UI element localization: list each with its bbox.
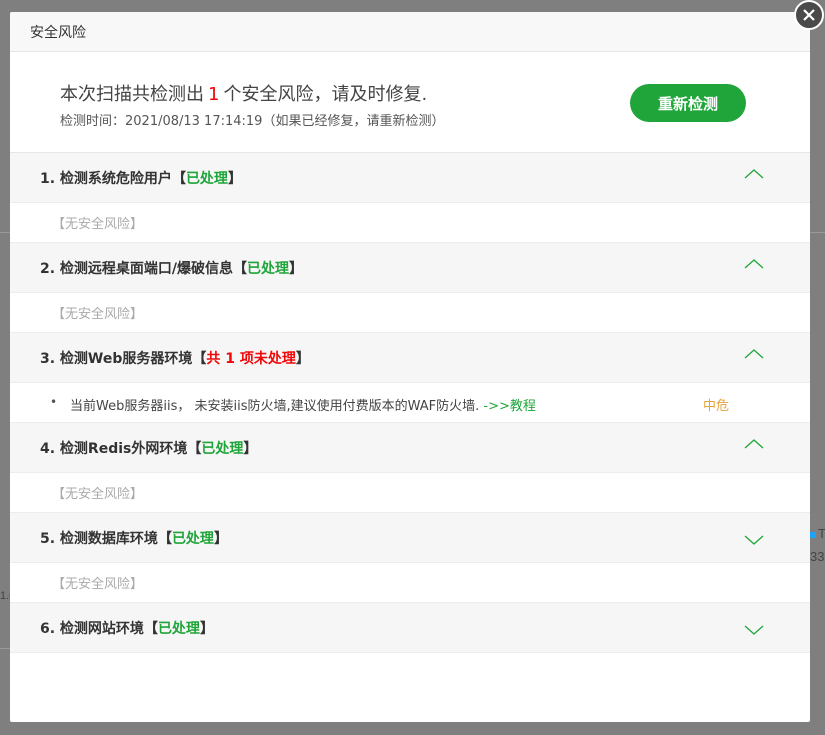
section-title: 6. 检测网站环境 [40, 620, 144, 637]
summary-headline: 本次扫描共检测出 1 个安全风险，请及时修复. [60, 80, 427, 106]
chevron-down-icon[interactable] [743, 623, 765, 637]
risk-level-badge: 中危 [703, 399, 730, 414]
risk-item: • 当前Web服务器iis， 未安装iis防火墙,建议使用付费版本的WAF防火墙… [10, 383, 810, 423]
section-header-system-users[interactable]: 1. 检测系统危险用户【已处理】 [10, 153, 810, 203]
section-bracket-open: 【 [233, 260, 248, 277]
section-bracket-close: 】 [295, 350, 310, 367]
close-button[interactable] [794, 0, 824, 30]
section-status: 共 1 项未处理 [206, 350, 296, 367]
section-body-no-risk: 【无安全风险】 [10, 293, 810, 333]
risk-description: 当前Web服务器iis， 未安装iis防火墙,建议使用付费版本的WAF防火墙. … [70, 395, 536, 414]
security-risk-dialog: 安全风险 本次扫描共检测出 1 个安全风险，请及时修复. 检测时间：2021/08/… [10, 12, 810, 722]
section-title: 4. 检测Redis外网环境 [40, 440, 188, 457]
section-bracket-open: 【 [187, 440, 202, 457]
backdrop-legend-chip [810, 532, 816, 538]
section-status: 已处理 [185, 170, 228, 187]
section-title: 5. 检测数据库环境 [40, 530, 158, 547]
scan-time: 检测时间：2021/08/13 17:14:19（如果已经修复，请重新检测） [60, 114, 445, 129]
tutorial-link[interactable]: ->>教程 [483, 399, 535, 414]
section-status: 已处理 [157, 620, 200, 637]
section-bracket-close: 】 [289, 260, 304, 277]
chevron-up-icon[interactable] [743, 167, 765, 181]
section-bracket-close: 】 [227, 170, 242, 187]
section-title: 1. 检测系统危险用户 [40, 170, 172, 187]
summary-text-after: 个安全风险，请及时修复. [223, 84, 428, 105]
summary-text-before: 本次扫描共检测出 [60, 84, 204, 105]
risk-text: 当前Web服务器iis， 未安装iis防火墙,建议使用付费版本的WAF防火墙. [70, 399, 480, 414]
section-title: 2. 检测远程桌面端口/爆破信息 [40, 260, 234, 277]
section-status: 已处理 [247, 260, 290, 277]
section-title: 3. 检测Web服务器环境 [40, 350, 193, 367]
chevron-up-icon[interactable] [743, 437, 765, 451]
chevron-up-icon[interactable] [743, 347, 765, 361]
section-header-website[interactable]: 6. 检测网站环境【已处理】 [10, 603, 810, 653]
dialog-header: 安全风险 [10, 12, 810, 52]
section-body-no-risk: 【无安全风险】 [10, 203, 810, 243]
section-status: 已处理 [171, 530, 214, 547]
risk-count: 1 [208, 84, 220, 105]
section-bracket-close: 】 [199, 620, 214, 637]
section-body-no-risk: 【无安全风险】 [10, 473, 810, 513]
section-bracket-open: 【 [192, 350, 207, 367]
recheck-button[interactable]: 重新检测 [630, 84, 746, 122]
section-bracket-open: 【 [171, 170, 186, 187]
backdrop-divider [810, 232, 825, 233]
scan-summary: 本次扫描共检测出 1 个安全风险，请及时修复. 检测时间：2021/08/13 17… [10, 52, 810, 153]
section-header-redis[interactable]: 4. 检测Redis外网环境【已处理】 [10, 423, 810, 473]
backdrop-divider [0, 648, 10, 649]
close-icon [803, 9, 815, 21]
section-bracket-open: 【 [157, 530, 172, 547]
section-header-remote-desktop[interactable]: 2. 检测远程桌面端口/爆破信息【已处理】 [10, 243, 810, 293]
section-header-web-server[interactable]: 3. 检测Web服务器环境【共 1 项未处理】 [10, 333, 810, 383]
backdrop-divider [0, 232, 10, 233]
backdrop-legend-label: T [818, 526, 825, 541]
section-bracket-close: 】 [243, 440, 258, 457]
section-bracket-open: 【 [143, 620, 158, 637]
chevron-up-icon[interactable] [743, 257, 765, 271]
backdrop-number: 33 [810, 549, 825, 564]
section-bracket-close: 】 [213, 530, 228, 547]
section-status: 已处理 [201, 440, 244, 457]
section-header-database[interactable]: 5. 检测数据库环境【已处理】 [10, 513, 810, 563]
section-body-no-risk: 【无安全风险】 [10, 563, 810, 603]
chevron-down-icon[interactable] [743, 533, 765, 547]
dialog-title: 安全风险 [30, 24, 86, 41]
bullet: • [50, 395, 58, 409]
